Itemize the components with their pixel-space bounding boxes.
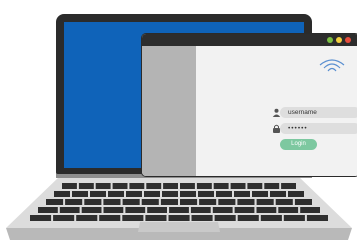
keyboard-key bbox=[38, 207, 58, 213]
window-controls bbox=[327, 37, 351, 43]
minimize-dot[interactable] bbox=[336, 37, 342, 43]
keyboard-key bbox=[112, 183, 128, 189]
keyboard-key bbox=[103, 207, 124, 213]
keyboard-key bbox=[76, 215, 98, 221]
maximize-dot[interactable] bbox=[327, 37, 333, 43]
keyboard-key bbox=[278, 207, 299, 213]
keyboard-key bbox=[214, 215, 236, 221]
keyboard-key bbox=[234, 207, 255, 213]
keyboard-key bbox=[264, 183, 280, 189]
keyboard-key bbox=[190, 207, 211, 213]
keyboard-key bbox=[218, 199, 236, 205]
keyboard-key bbox=[275, 199, 293, 205]
keyboard-key bbox=[62, 183, 77, 189]
keyboard-key bbox=[213, 183, 229, 189]
username-placeholder: username bbox=[288, 109, 317, 116]
lock-icon bbox=[273, 124, 280, 133]
keyboard-key bbox=[54, 191, 70, 197]
keyboard-key bbox=[196, 183, 212, 189]
keyboard-key bbox=[160, 199, 178, 205]
keyboard-key bbox=[191, 215, 213, 221]
keyboard-key bbox=[146, 183, 162, 189]
keyboard-key bbox=[99, 215, 121, 221]
keyboard-key bbox=[256, 199, 274, 205]
keyboard-key bbox=[230, 183, 246, 189]
keyboard-key bbox=[237, 215, 259, 221]
keyboard-key bbox=[53, 215, 75, 221]
keyboard-key bbox=[180, 191, 196, 197]
laptop-illustration: username •••••• Login bbox=[0, 0, 357, 246]
keyboard-key bbox=[162, 191, 178, 197]
keyboard-key bbox=[281, 183, 296, 189]
keyboard-key bbox=[78, 183, 94, 189]
keyboard-key bbox=[30, 215, 52, 221]
keyboard-key bbox=[108, 191, 124, 197]
keyboard-key bbox=[212, 207, 233, 213]
keyboard-key bbox=[252, 191, 268, 197]
keyboard-key bbox=[84, 199, 102, 205]
keyboard-key bbox=[234, 191, 250, 197]
keyboard-key bbox=[168, 215, 190, 221]
keyboard-key bbox=[288, 191, 304, 197]
keyboard-key bbox=[300, 207, 320, 213]
login-button[interactable]: Login bbox=[280, 139, 317, 150]
keyboard-key bbox=[90, 191, 106, 197]
keyboard-key bbox=[81, 207, 102, 213]
keyboard-key bbox=[95, 183, 111, 189]
keyboard-key bbox=[283, 215, 305, 221]
app-window: username •••••• Login bbox=[142, 34, 357, 176]
keyboard-key bbox=[180, 183, 195, 189]
username-field[interactable]: username bbox=[272, 107, 357, 118]
keyboard-key bbox=[129, 183, 145, 189]
keyboard-key bbox=[122, 215, 144, 221]
keyboard-key bbox=[125, 207, 146, 213]
keyboard-key bbox=[270, 191, 286, 197]
keyboard-key bbox=[216, 191, 232, 197]
sidebar-panel bbox=[142, 46, 196, 176]
keyboard-key bbox=[65, 199, 83, 205]
password-mask: •••••• bbox=[288, 125, 308, 132]
keyboard-key bbox=[72, 191, 88, 197]
password-field[interactable]: •••••• bbox=[273, 123, 357, 134]
window-titlebar bbox=[142, 34, 357, 46]
keyboard-key bbox=[306, 215, 328, 221]
keyboard-key bbox=[180, 199, 198, 205]
keyboard-key bbox=[169, 207, 189, 213]
login-panel: username •••••• Login bbox=[196, 46, 357, 176]
keyboard-key bbox=[294, 199, 312, 205]
wifi-icon bbox=[319, 59, 345, 72]
keyboard-key bbox=[260, 215, 282, 221]
keyboard-key bbox=[256, 207, 277, 213]
keyboard-key bbox=[145, 215, 167, 221]
keyboard-key bbox=[46, 199, 64, 205]
keyboard-key bbox=[103, 199, 121, 205]
keyboard-key bbox=[144, 191, 160, 197]
keyboard-key bbox=[163, 183, 178, 189]
keyboard-key bbox=[141, 199, 159, 205]
keyboard-key bbox=[198, 191, 214, 197]
keyboard-key bbox=[147, 207, 167, 213]
keyboard-key bbox=[126, 191, 142, 197]
keyboard-key bbox=[122, 199, 140, 205]
keyboard-key bbox=[237, 199, 255, 205]
keyboard-key bbox=[247, 183, 263, 189]
close-dot[interactable] bbox=[345, 37, 351, 43]
user-icon bbox=[272, 108, 281, 117]
keyboard-key bbox=[59, 207, 80, 213]
touchpad bbox=[138, 222, 220, 232]
screen: username •••••• Login bbox=[64, 22, 357, 176]
keyboard-key bbox=[199, 199, 217, 205]
